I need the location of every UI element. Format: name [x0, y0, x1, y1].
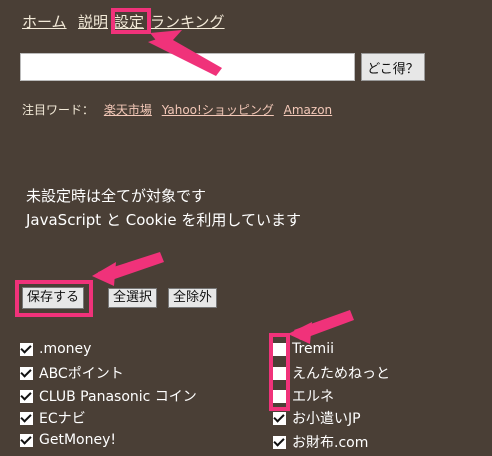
clear-all-button[interactable]: 全除外: [168, 288, 218, 308]
checkbox-label: エルネ: [292, 389, 334, 405]
select-all-button[interactable]: 全選択: [108, 288, 158, 308]
checkbox[interactable]: [20, 342, 33, 356]
arrow-to-save-head: [92, 262, 116, 286]
checkbox-item[interactable]: ABCポイント: [20, 363, 124, 383]
note-js-cookie: JavaScript と Cookie を利用しています: [26, 211, 301, 229]
checkbox-item[interactable]: GetMoney!: [20, 432, 116, 448]
checkbox-label: えんためねっと: [292, 366, 390, 382]
attention-link-yahoo[interactable]: Yahoo!ショッピング: [162, 103, 274, 117]
checkbox-label: ABCポイント: [39, 366, 124, 382]
checkbox-item[interactable]: お財布.com: [273, 432, 368, 452]
save-highlight-box: [15, 280, 93, 317]
checkbox-item[interactable]: お小遣いJP: [273, 408, 361, 428]
search-input[interactable]: [20, 53, 355, 81]
checkbox-item[interactable]: えんためねっと: [273, 363, 390, 383]
checkbox[interactable]: [273, 411, 286, 425]
search-button[interactable]: どこ得？: [361, 53, 425, 81]
attention-words: 注目ワード： 楽天市場 Yahoo!ショッピング Amazon: [22, 101, 332, 118]
arrow-to-settings-head: [150, 30, 182, 50]
checkbox[interactable]: [20, 366, 33, 380]
attention-link-rakuten[interactable]: 楽天市場: [104, 103, 152, 117]
attention-link-amazon[interactable]: Amazon: [284, 103, 333, 117]
checkbox[interactable]: [20, 433, 33, 447]
nav-ranking-link[interactable]: ランキング: [150, 11, 225, 32]
checkbox-item[interactable]: CLUB Panasonic コイン: [20, 386, 197, 406]
checkbox-item[interactable]: ECナビ: [20, 408, 86, 428]
checkbox[interactable]: [20, 411, 33, 425]
checkbox-label: お小遣いJP: [292, 411, 361, 427]
checkbox-label: ECナビ: [39, 411, 86, 427]
checkbox-label: CLUB Panasonic コイン: [39, 389, 197, 405]
checkbox[interactable]: [273, 435, 286, 449]
checkbox-label: .money: [39, 341, 92, 357]
checkbox[interactable]: [20, 389, 33, 403]
arrow-to-save: [98, 252, 164, 282]
unchecked-highlight-box: [269, 333, 290, 411]
checkbox-item[interactable]: .money: [20, 341, 91, 357]
checkbox-label: GetMoney!: [39, 432, 116, 448]
checkbox-label: お財布.com: [292, 435, 369, 451]
nav-explain-link[interactable]: 説明: [78, 11, 108, 32]
checkbox-label: Tremii: [292, 341, 334, 357]
attention-label: 注目ワード：: [22, 103, 95, 117]
settings-highlight-box: [111, 8, 151, 34]
arrow-to-checkboxes: [294, 310, 354, 340]
note-unset: 未設定時は全てが対象です: [26, 187, 207, 205]
nav-home-link[interactable]: ホーム: [22, 11, 67, 32]
